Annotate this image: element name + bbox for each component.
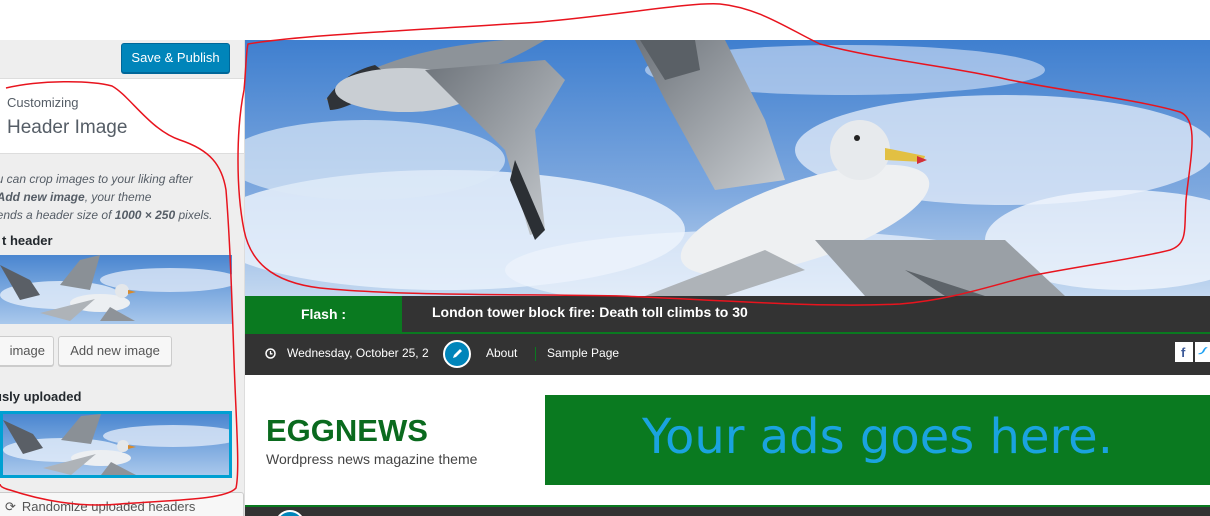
hide-image-button[interactable]: image xyxy=(0,336,54,366)
current-date: Wednesday, October 25, 2 xyxy=(287,346,429,360)
ad-text: Your ads goes here. xyxy=(642,409,1113,465)
flash-news-bar: Flash : London tower block fire: Death t… xyxy=(245,296,1210,334)
flash-label: Flash : xyxy=(245,296,402,332)
home-icon[interactable] xyxy=(275,510,305,516)
current-header-label: t header xyxy=(2,233,53,248)
customizer-header: Save & Publish xyxy=(0,40,244,79)
svg-text:f: f xyxy=(1181,345,1186,360)
desc-line3-pre: nends a header size of xyxy=(0,208,115,222)
desc-line1: ou can crop images to your liking after xyxy=(0,172,193,186)
twitter-icon[interactable] xyxy=(1195,342,1210,362)
current-header-thumbnail xyxy=(0,255,232,324)
pencil-icon[interactable] xyxy=(443,340,471,368)
top-nav-bar: Wednesday, October 25, 2 About Sample Pa… xyxy=(245,334,1210,375)
previously-uploaded-label: usly uploaded xyxy=(0,389,82,404)
nav-sample-page-link[interactable]: Sample Page xyxy=(547,334,619,373)
branding-area: EGGNEWS Wordpress news magazine theme Yo… xyxy=(245,375,1210,505)
ad-banner[interactable]: Your ads goes here. xyxy=(545,395,1210,485)
customizing-label: Customizing xyxy=(7,95,79,110)
section-title-panel: Customizing Header Image xyxy=(0,79,244,154)
randomize-label: Randomize uploaded headers xyxy=(21,499,196,514)
desc-line2-bold: Add new image xyxy=(0,190,85,204)
site-tagline: Wordpress news magazine theme xyxy=(266,451,478,467)
desc-line3-post: pixels. xyxy=(175,208,213,222)
save-publish-button[interactable]: Save & Publish xyxy=(121,43,230,73)
flash-headline-link[interactable]: London tower block fire: Death toll clim… xyxy=(432,296,748,332)
main-nav-bar xyxy=(245,505,1210,516)
desc-line2-rest: , your theme xyxy=(84,190,152,204)
section-name: Header Image xyxy=(7,117,128,138)
site-title-link[interactable]: EGGNEWS xyxy=(266,413,428,449)
facebook-icon[interactable]: f xyxy=(1175,342,1193,362)
desc-line3-bold: 1000 × 250 xyxy=(114,208,176,222)
top-white-strip xyxy=(0,0,1210,40)
nav-separator xyxy=(535,347,536,361)
add-new-image-button[interactable]: Add new image xyxy=(58,336,172,366)
nav-about-link[interactable]: About xyxy=(486,334,517,373)
refresh-icon: ⟳ xyxy=(5,499,16,514)
header-image xyxy=(245,40,1210,296)
site-preview: Flash : London tower block fire: Death t… xyxy=(245,40,1210,516)
customizer-sidebar: Save & Publish Customizing Header Image … xyxy=(0,40,245,516)
header-image-description: ou can crop images to your liking after … xyxy=(0,170,230,224)
clock-icon xyxy=(265,348,276,359)
randomize-headers-button[interactable]: ⟳ Randomize uploaded headers xyxy=(0,492,244,516)
previously-uploaded-thumbnail[interactable] xyxy=(0,411,232,478)
